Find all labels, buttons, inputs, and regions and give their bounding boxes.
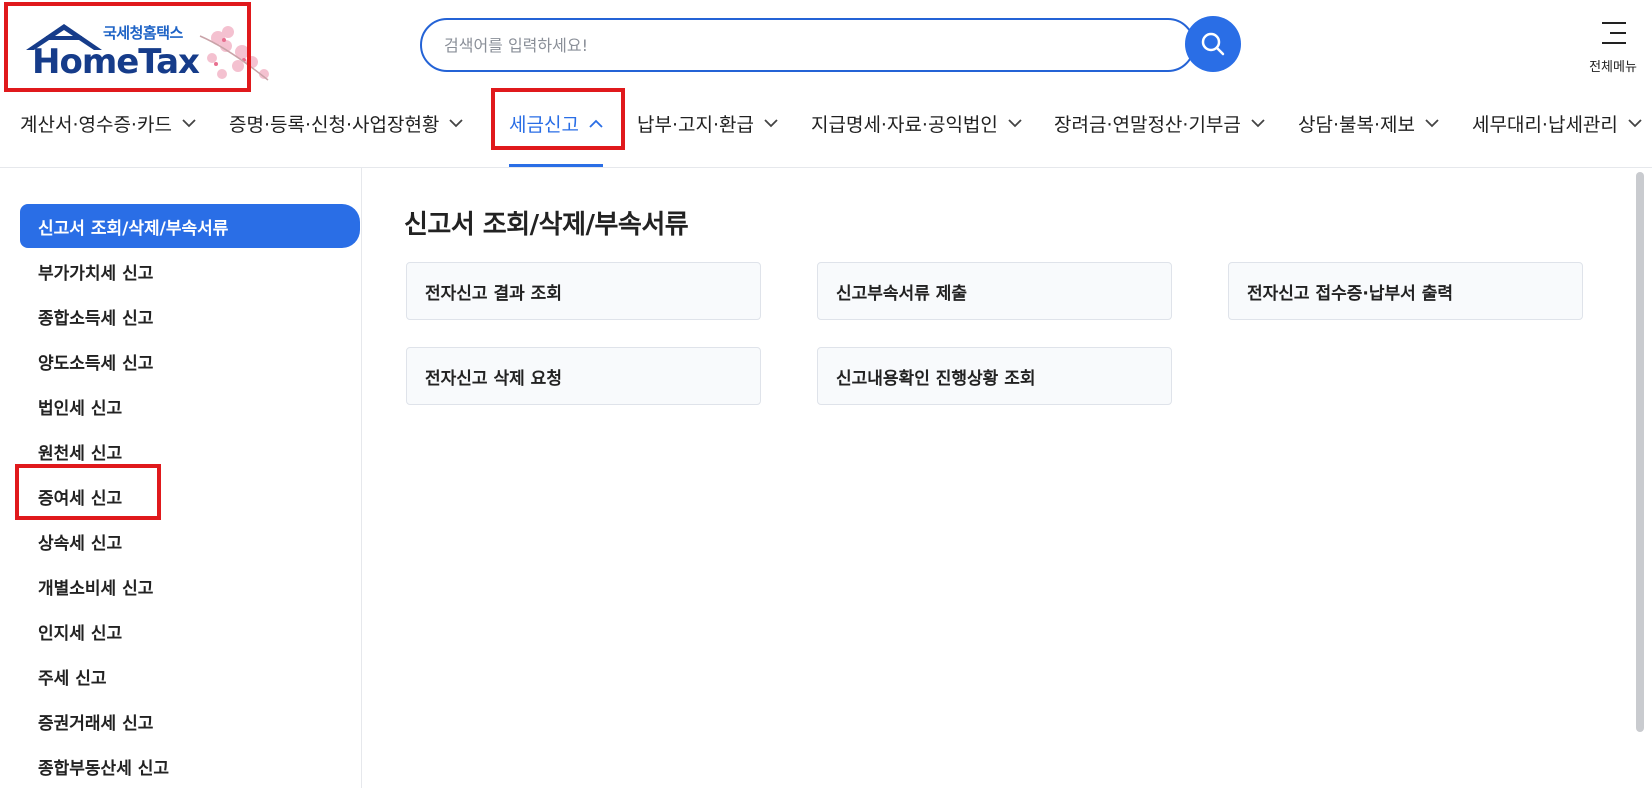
sidebar-item-label: 상속세 신고 <box>38 533 123 554</box>
sidebar-item-label: 종합부동산세 신고 <box>38 758 170 779</box>
card-attachment-submit[interactable]: 신고부속서류 제출 <box>817 262 1172 320</box>
card-delete-request[interactable]: 전자신고 삭제 요청 <box>406 347 761 405</box>
chevron-down-icon <box>1008 118 1022 127</box>
card-receipt-print[interactable]: 전자신고 접수증·납부서 출력 <box>1228 262 1583 320</box>
hamburger-icon <box>1602 22 1626 44</box>
chevron-down-icon <box>1425 118 1439 127</box>
search-bar <box>420 18 1195 72</box>
gnb-item-incentives[interactable]: 장려금·연말정산·기부금 <box>1054 108 1265 138</box>
sidebar-item-label: 원천세 신고 <box>38 443 123 464</box>
sidebar-item-excise[interactable]: 개별소비세 신고 <box>20 564 360 608</box>
chevron-down-icon <box>764 118 778 127</box>
search-icon <box>1201 32 1225 56</box>
site-header: 국세청홈택스 HomeTax 검색어를 입력하세요! 전체메뉴 계산서·영수증·… <box>0 0 1652 168</box>
scrollbar-thumb[interactable] <box>1636 172 1644 732</box>
sidebar-item-label: 인지세 신고 <box>38 623 123 644</box>
gnb-label: 세무대리·납세관리 <box>1472 113 1618 136</box>
chevron-down-icon <box>1251 118 1265 127</box>
gnb-item-consultation[interactable]: 상담·불복·제보 <box>1298 108 1439 138</box>
sidebar-item-label: 종합소득세 신고 <box>38 308 154 329</box>
sidebar-item-capital-gains[interactable]: 양도소득세 신고 <box>20 339 360 383</box>
search-button[interactable] <box>1185 16 1241 72</box>
left-sidebar: 신고서 조회/삭제/부속서류 부가가치세 신고 종합소득세 신고 양도소득세 신… <box>0 168 362 788</box>
card-label: 신고내용확인 진행상황 조회 <box>836 368 1036 389</box>
sidebar-item-stamp-tax[interactable]: 인지세 신고 <box>20 609 360 653</box>
gnb-item-invoice[interactable]: 계산서·영수증·카드 <box>20 108 196 138</box>
card-progress-inquiry[interactable]: 신고내용확인 진행상황 조회 <box>817 347 1172 405</box>
cherry-blossom-icon <box>199 26 269 81</box>
active-tab-underline <box>509 164 603 167</box>
sidebar-item-label: 양도소득세 신고 <box>38 353 154 374</box>
gnb-label: 지급명세·자료·공익법인 <box>811 113 998 136</box>
gnb-label: 납부·고지·환급 <box>637 113 754 136</box>
global-nav: 계산서·영수증·카드 증명·등록·신청·사업장현황 세금신고 납부·고지·환급 … <box>0 98 1652 148</box>
chevron-up-icon <box>589 119 603 128</box>
chevron-down-icon <box>1628 118 1642 127</box>
sidebar-item-gift-tax[interactable]: 증여세 신고 <box>20 474 360 518</box>
sidebar-item-label: 증권거래세 신고 <box>38 713 154 734</box>
gnb-item-statements[interactable]: 지급명세·자료·공익법인 <box>811 108 1022 138</box>
gnb-label: 계산서·영수증·카드 <box>20 113 172 136</box>
sidebar-item-liquor-tax[interactable]: 주세 신고 <box>20 654 360 698</box>
gnb-label: 상담·불복·제보 <box>1298 113 1415 136</box>
all-menu-label: 전체메뉴 <box>1589 60 1637 75</box>
all-menu-button[interactable]: 전체메뉴 <box>1580 16 1646 76</box>
gnb-item-certificate[interactable]: 증명·등록·신청·사업장현황 <box>229 108 464 138</box>
sidebar-item-property-tax[interactable]: 종합부동산세 신고 <box>20 744 360 788</box>
gnb-item-tax-agent[interactable]: 세무대리·납세관리 <box>1472 108 1642 138</box>
gnb-label: 세금신고 <box>509 113 579 136</box>
sidebar-item-inheritance[interactable]: 상속세 신고 <box>20 519 360 563</box>
sidebar-item-vat[interactable]: 부가가치세 신고 <box>20 249 360 293</box>
sidebar-item-label: 주세 신고 <box>38 668 107 689</box>
chevron-down-icon <box>182 118 196 127</box>
hometax-page: 국세청홈택스 HomeTax 검색어를 입력하세요! 전체메뉴 계산서·영수증·… <box>0 0 1652 788</box>
card-label: 전자신고 삭제 요청 <box>425 368 562 389</box>
sidebar-item-securities[interactable]: 증권거래세 신고 <box>20 699 360 743</box>
gnb-label: 증명·등록·신청·사업장현황 <box>229 113 440 136</box>
page-title: 신고서 조회/삭제/부속서류 <box>404 210 689 240</box>
search-input[interactable] <box>444 30 1124 60</box>
hometax-logo[interactable]: 국세청홈택스 HomeTax <box>18 14 288 90</box>
gnb-item-tax-filing[interactable]: 세금신고 <box>509 108 603 138</box>
card-label: 전자신고 접수증·납부서 출력 <box>1247 283 1453 304</box>
logo-english-text: HomeTax <box>32 42 200 82</box>
sidebar-item-income-tax[interactable]: 종합소득세 신고 <box>20 294 360 338</box>
sidebar-item-label: 개별소비세 신고 <box>38 578 154 599</box>
card-label: 신고부속서류 제출 <box>836 283 968 304</box>
sidebar-item-label: 법인세 신고 <box>38 398 123 419</box>
sidebar-item-label: 신고서 조회/삭제/부속서류 <box>38 218 229 239</box>
logo-korean-text: 국세청홈택스 <box>103 24 183 42</box>
gnb-label: 장려금·연말정산·기부금 <box>1054 113 1241 136</box>
sidebar-item-withholding[interactable]: 원천세 신고 <box>20 429 360 473</box>
sidebar-item-corporate-tax[interactable]: 법인세 신고 <box>20 384 360 428</box>
gnb-item-payment[interactable]: 납부·고지·환급 <box>637 108 778 138</box>
sidebar-item-report-inquiry[interactable]: 신고서 조회/삭제/부속서류 <box>20 204 360 248</box>
card-label: 전자신고 결과 조회 <box>425 283 562 304</box>
chevron-down-icon <box>449 118 464 127</box>
main-content: 신고서 조회/삭제/부속서류 전자신고 결과 조회 신고부속서류 제출 전자신고… <box>362 168 1632 788</box>
sidebar-item-label: 부가가치세 신고 <box>38 263 154 284</box>
sidebar-item-label: 증여세 신고 <box>38 488 123 509</box>
card-e-filing-result[interactable]: 전자신고 결과 조회 <box>406 262 761 320</box>
